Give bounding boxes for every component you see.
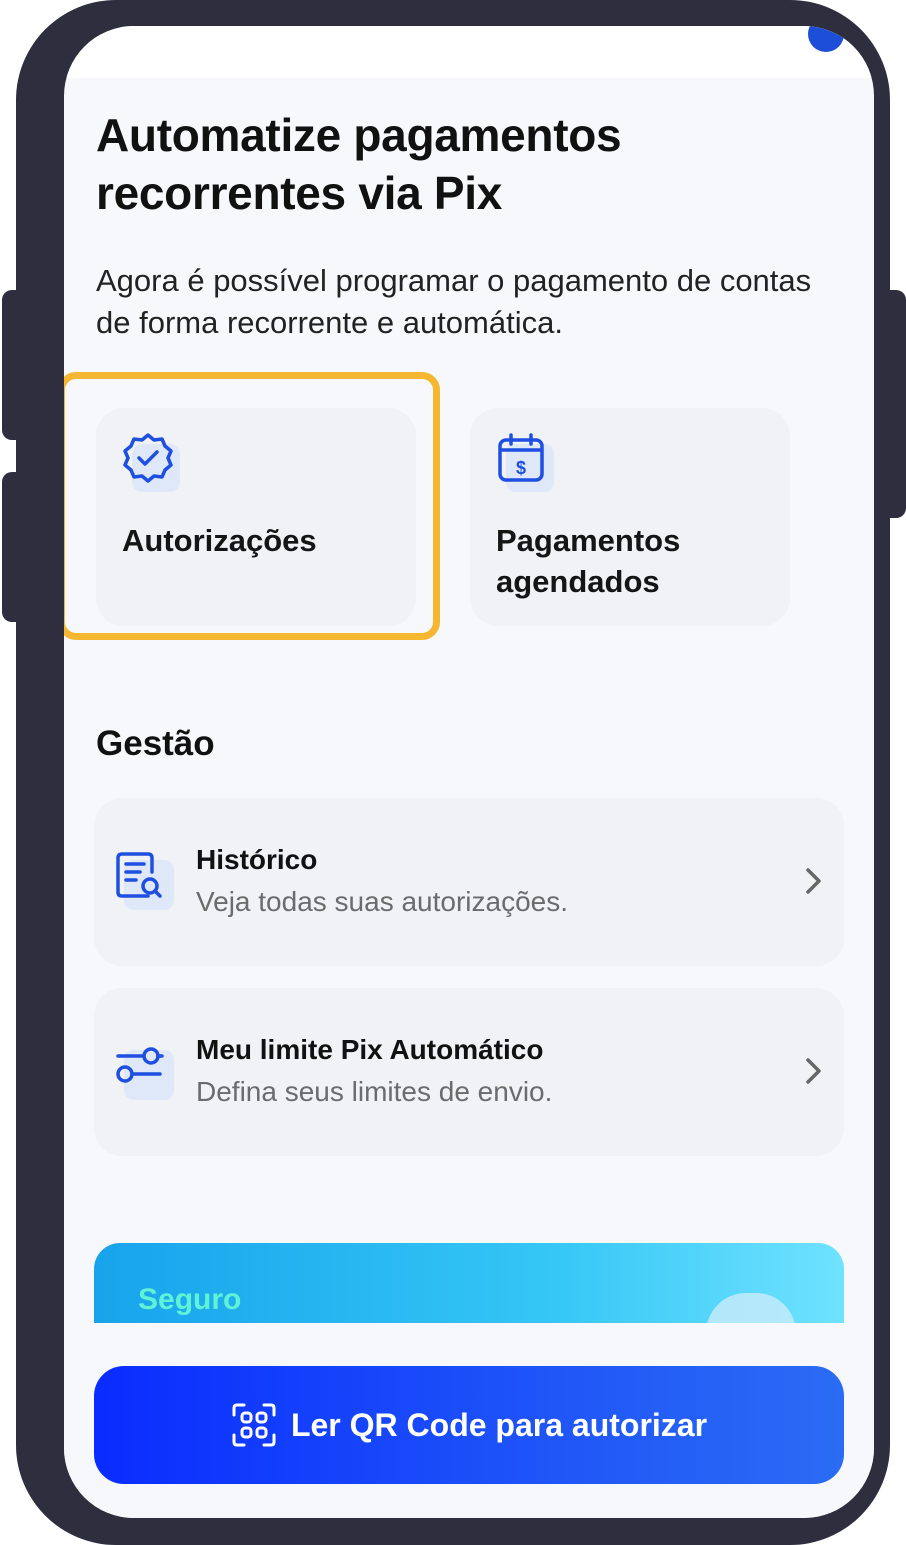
pix-limit-title: Meu limite Pix Automático: [196, 1034, 544, 1065]
history-title: Histórico: [196, 844, 318, 875]
svg-text:$: $: [516, 458, 526, 478]
chevron-right-icon: [806, 868, 821, 894]
status-bar: [64, 26, 874, 78]
qr-code-icon: [232, 1403, 276, 1447]
app-screen: Automatize pagamentos recorrentes via Pi…: [64, 26, 874, 1518]
management-section-title: Gestão: [96, 724, 215, 763]
banner-text: Seguro: [138, 1283, 242, 1316]
scan-qr-button[interactable]: Ler QR Code para autorizar: [94, 1366, 844, 1484]
history-description: Veja todas suas autorizações.: [196, 886, 569, 917]
sliders-icon: [114, 1040, 178, 1104]
calendar-dollar-icon: $: [496, 432, 556, 492]
phone-frame: Automatize pagamentos recorrentes via Pi…: [16, 0, 890, 1545]
page-subtitle: Agora é possível programar o pagamento d…: [96, 263, 812, 340]
document-search-icon: [114, 850, 178, 914]
history-row[interactable]: Histórico Veja todas suas autorizações.: [94, 798, 844, 966]
scan-qr-label: Ler QR Code para autorizar: [290, 1406, 708, 1443]
page-title: Automatize pagamentos recorrentes via Pi…: [96, 109, 622, 219]
chevron-right-icon: [806, 1058, 821, 1084]
highlight-frame: [64, 372, 440, 640]
pix-limit-row[interactable]: Meu limite Pix Automático Defina seus li…: [94, 988, 844, 1156]
pix-limit-description: Defina seus limites de envio.: [196, 1076, 553, 1107]
scheduled-payments-label: Pagamentos agendados: [496, 523, 681, 599]
scheduled-payments-card[interactable]: $ Pagamentos agendados: [470, 408, 790, 626]
